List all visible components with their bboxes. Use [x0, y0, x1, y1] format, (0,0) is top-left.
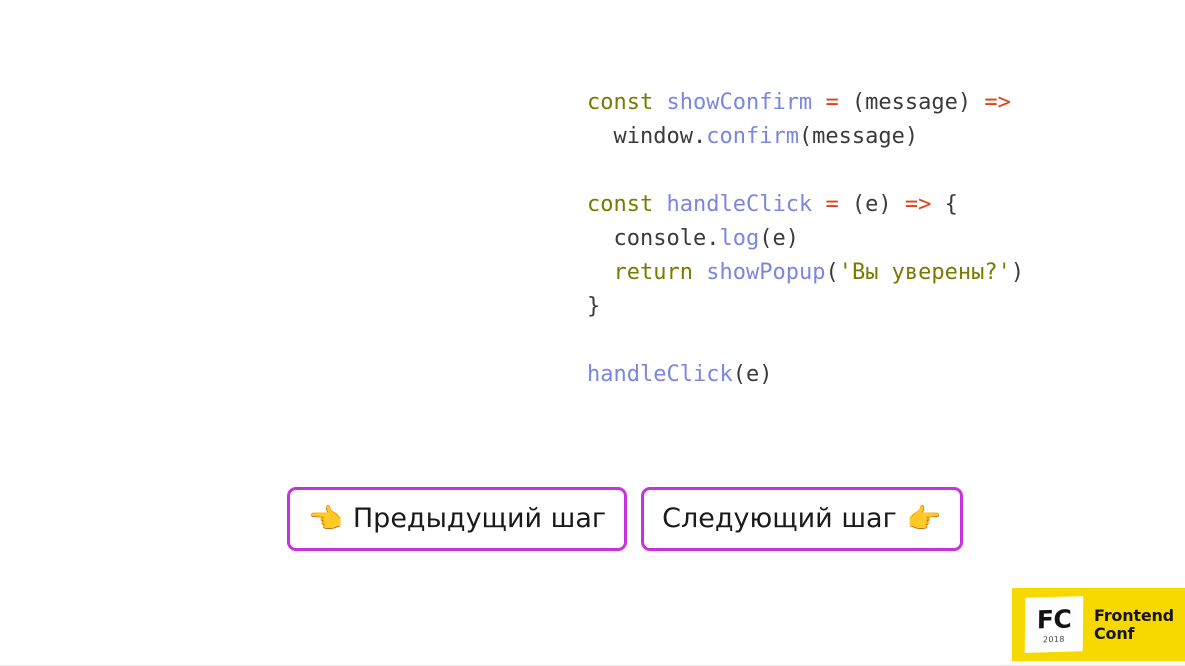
code-line: handleClick(e): [587, 358, 1024, 392]
code-token-function: confirm: [706, 124, 799, 149]
code-token-plain: (message): [838, 90, 985, 115]
code-token-plain: (message): [798, 124, 919, 149]
pointing-left-hand-icon: 👈: [308, 502, 343, 535]
code-token-keyword: const: [587, 90, 654, 115]
code-token-plain: (e): [838, 192, 905, 217]
logo-wordmark: Frontend Conf: [1094, 605, 1174, 643]
code-line: const showConfirm = (message) =>: [587, 86, 1024, 120]
code-token-function: handleClick: [587, 362, 733, 387]
code-line: }: [587, 290, 1024, 324]
code-token-plain: (e): [759, 226, 799, 251]
code-token-plain: window.: [587, 124, 707, 149]
code-token-plain: }: [587, 294, 601, 319]
next-step-button[interactable]: Следующий шаг 👉: [641, 487, 963, 551]
pointing-right-hand-icon: 👉: [906, 502, 942, 535]
logo-initials: FC: [1036, 604, 1072, 635]
code-token-string: 'Вы уверены?': [838, 260, 1011, 285]
logo-year: 2018: [1042, 634, 1065, 645]
previous-step-label: Предыдущий шаг: [352, 502, 607, 534]
code-token-plain: (: [825, 260, 839, 285]
slide-navigation: 👈 Предыдущий шаг Следующий шаг 👉: [287, 487, 963, 551]
code-token-operator: =: [825, 90, 839, 115]
previous-step-button[interactable]: 👈 Предыдущий шаг: [287, 487, 628, 551]
code-token-function: log: [719, 226, 760, 251]
logo-wordmark-line2: Conf: [1094, 623, 1135, 643]
next-step-label: Следующий шаг: [662, 502, 897, 534]
code-line: return showPopup('Вы уверены?'): [587, 256, 1025, 290]
code-token-function: handleClick: [666, 192, 813, 217]
code-token-function: showConfirm: [666, 90, 813, 115]
code-token-operator: =: [825, 192, 839, 217]
code-line: window.confirm(message): [587, 120, 1024, 154]
code-token-function: showPopup: [706, 260, 826, 285]
code-token-plain: console.: [587, 226, 720, 251]
code-token-operator: =>: [984, 90, 1011, 115]
logo-wordmark-line1: Frontend: [1094, 605, 1174, 625]
code-token-operator: =>: [904, 192, 932, 217]
code-snippet: const showConfirm = (message) => window.…: [587, 86, 1024, 392]
logo-mark: FC 2018: [1024, 596, 1084, 653]
conference-logo: FC 2018 Frontend Conf: [1012, 588, 1185, 661]
code-token-keyword: const: [587, 192, 654, 217]
presentation-slide: const showConfirm = (message) => window.…: [0, 0, 1185, 666]
code-line: const handleClick = (e) => {: [587, 188, 1024, 222]
code-token-plain: (e): [732, 362, 773, 387]
code-token-keyword: return: [613, 260, 693, 285]
code-token-plain: {: [931, 192, 958, 217]
code-line: console.log(e): [587, 222, 1024, 256]
code-token-plain: ): [1010, 260, 1025, 285]
